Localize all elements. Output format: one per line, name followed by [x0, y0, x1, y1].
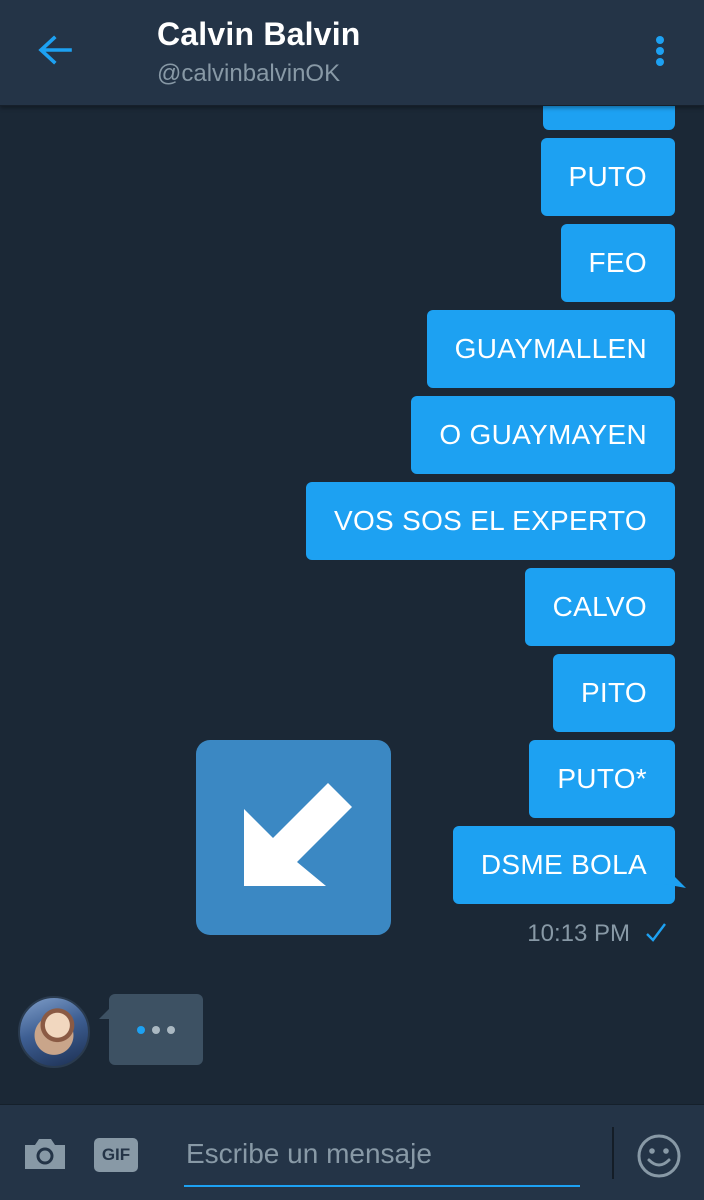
- camera-button[interactable]: [22, 1135, 68, 1173]
- message-bubble[interactable]: PUTO: [540, 138, 675, 216]
- camera-icon: [25, 1139, 65, 1169]
- message-composer: GIF: [0, 1104, 704, 1200]
- emoji-button[interactable]: [636, 1133, 682, 1179]
- arrow-left-icon: [38, 35, 72, 65]
- message-bubble[interactable]: PUTO*: [529, 740, 675, 818]
- gif-button[interactable]: GIF: [94, 1138, 138, 1172]
- conversation-header: Calvin Balvin @calvinbalvinOK: [0, 0, 704, 106]
- more-vertical-icon: [656, 36, 664, 44]
- message-thread[interactable]: PUTO FEO GUAYMALLEN O GUAYMAYEN VOS SOS …: [0, 106, 704, 1104]
- composer-divider: [612, 1127, 614, 1179]
- conversation-handle: @calvinbalvinOK: [157, 60, 341, 87]
- message-bubble[interactable]: CALVO: [524, 568, 675, 646]
- message-timestamp: 10:13 PM: [527, 920, 630, 947]
- message-bubble[interactable]: FEO: [560, 224, 675, 302]
- message-bubble-last[interactable]: DSME BOLA: [452, 826, 675, 904]
- message-bubble[interactable]: GUAYMALLEN: [426, 310, 675, 388]
- message-bubble[interactable]: VOS SOS EL EXPERTO: [305, 482, 675, 560]
- message-input[interactable]: [184, 1123, 580, 1187]
- message-bubble[interactable]: PITO: [552, 654, 675, 732]
- typing-indicator: [109, 994, 203, 1065]
- message-bubble[interactable]: [543, 106, 675, 130]
- check-icon: [646, 923, 666, 942]
- back-button[interactable]: [30, 30, 80, 70]
- bubble-tail: [664, 866, 686, 888]
- typing-dots-icon: [137, 1026, 145, 1034]
- avatar[interactable]: [18, 996, 90, 1068]
- arrow-down-left-icon: [244, 783, 352, 886]
- smiley-icon: [637, 1134, 681, 1178]
- conversation-title: Calvin Balvin: [157, 16, 361, 52]
- more-options-button[interactable]: [640, 28, 680, 74]
- message-bubble[interactable]: O GUAYMAYEN: [411, 396, 675, 474]
- arrow-sticker[interactable]: [196, 740, 391, 935]
